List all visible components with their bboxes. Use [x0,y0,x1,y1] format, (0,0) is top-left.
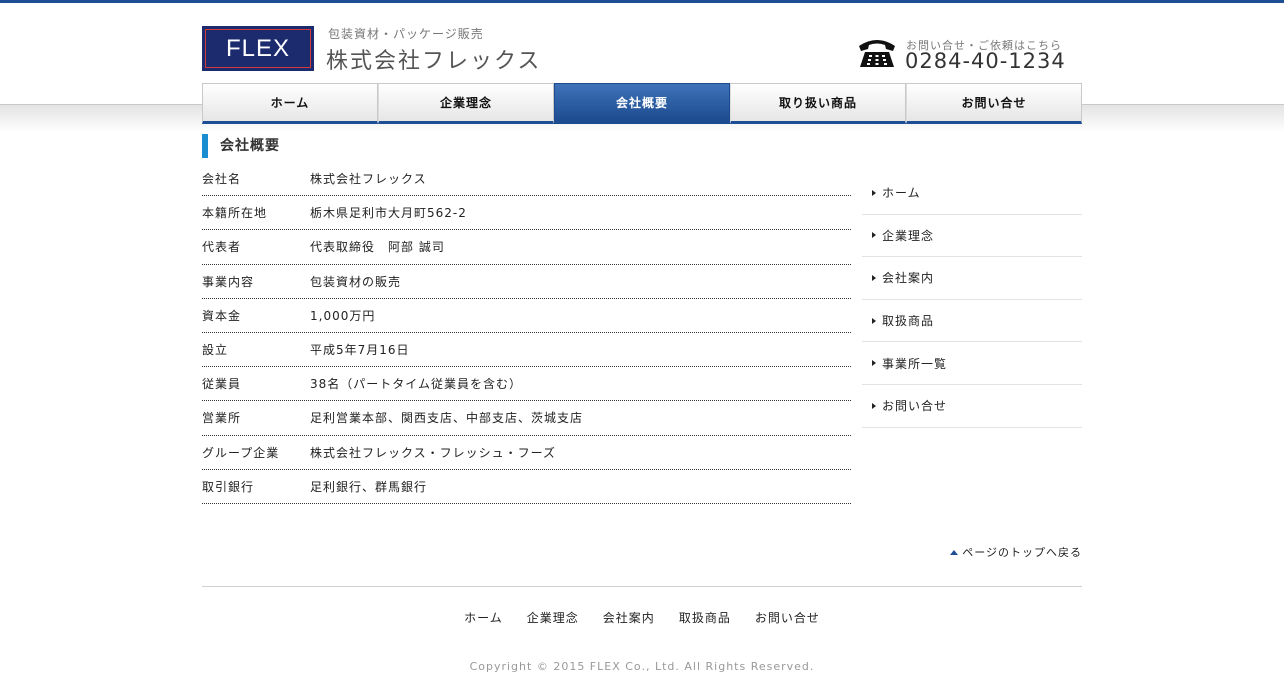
sidebar-item-company-guide[interactable]: 会社案内 [862,257,1082,300]
table-row: グループ企業 株式会社フレックス・フレッシュ・フーズ [202,436,851,470]
row-value: 足利銀行、群馬銀行 [310,479,428,494]
arrow-right-icon [872,402,876,409]
row-label: 従業員 [202,377,242,392]
sidebar-item-products[interactable]: 取扱商品 [862,300,1082,343]
footer-link-company-guide[interactable]: 会社案内 [603,609,655,626]
nav-item-home[interactable]: ホーム [202,83,378,124]
footer-nav: ホーム 企業理念 会社案内 取扱商品 お問い合せ [202,609,1082,626]
company-info-table: 会社名 株式会社フレックス 本籍所在地 栃木県足利市大月町562-2 代表者 代… [202,162,851,504]
table-row: 事業内容 包装資材の販売 [202,265,851,299]
nav-item-products[interactable]: 取り扱い商品 [730,83,906,124]
footer-divider [202,586,1082,587]
logo-text: FLEX [205,29,311,68]
row-label: 会社名 [202,172,242,187]
sidebar-item-label: お問い合せ [882,399,948,414]
row-label: 取引銀行 [202,479,255,494]
arrow-right-icon [872,274,876,281]
table-row: 代表者 代表取締役 阿部 誠司 [202,230,851,265]
row-value: 株式会社フレックス [310,172,427,187]
row-label: 事業内容 [202,274,255,289]
copyright: Copyright © 2015 FLEX Co., Ltd. All Righ… [469,660,815,673]
sidebar-item-label: 取扱商品 [882,314,935,329]
row-label: 設立 [202,343,229,358]
footer-link-philosophy[interactable]: 企業理念 [527,609,579,626]
flex-logo[interactable]: FLEX [202,26,314,71]
footer-link-contact[interactable]: お問い合せ [755,609,820,626]
footer-link-products[interactable]: 取扱商品 [679,609,731,626]
arrow-right-icon [872,232,876,239]
telephone-icon [859,40,895,67]
sidebar-item-home[interactable]: ホーム [862,172,1082,215]
sidebar-item-label: ホーム [882,186,921,201]
back-to-top-label: ページのトップへ戻る [962,546,1082,559]
table-row: 資本金 1,000万円 [202,299,851,333]
row-value: 足利営業本部、関西支店、中部支店、茨城支店 [310,411,584,426]
row-value: 株式会社フレックス・フレッシュ・フーズ [310,445,557,460]
row-label: 本籍所在地 [202,206,268,221]
sidebar-item-philosophy[interactable]: 企業理念 [862,215,1082,258]
table-row: 本籍所在地 栃木県足利市大月町562-2 [202,196,851,231]
row-value: 包装資材の販売 [310,274,402,289]
arrow-right-icon [872,317,876,324]
table-row: 取引銀行 足利銀行、群馬銀行 [202,470,851,504]
row-label: 代表者 [202,240,242,255]
row-label: 営業所 [202,411,242,426]
top-accent-line [0,0,1284,3]
row-value: 1,000万円 [310,308,376,323]
table-row: 従業員 38名（パートタイム従業員を含む） [202,367,851,402]
phone-number[interactable]: 0284-40-1234 [905,49,1066,73]
sidebar-item-offices[interactable]: 事業所一覧 [862,342,1082,385]
row-value: 代表取締役 阿部 誠司 [310,240,445,255]
global-nav: ホーム 企業理念 会社概要 取り扱い商品 お問い合せ [202,83,1082,124]
table-row: 設立 平成5年7月16日 [202,333,851,368]
arrow-right-icon [872,360,876,367]
table-row: 会社名 株式会社フレックス [202,162,851,197]
nav-item-contact[interactable]: お問い合せ [906,83,1082,124]
sidebar-item-contact[interactable]: お問い合せ [862,385,1082,428]
sidebar-item-label: 企業理念 [882,228,935,243]
arrow-right-icon [872,189,876,196]
table-row: 営業所 足利営業本部、関西支店、中部支店、茨城支店 [202,401,851,436]
row-label: グループ企業 [202,445,280,460]
tagline: 包装資材・パッケージ販売 [328,27,484,41]
page-title: 会社概要 [202,134,280,158]
row-value: 栃木県足利市大月町562-2 [310,206,467,221]
row-value: 平成5年7月16日 [310,343,410,358]
back-to-top-link[interactable]: ページのトップへ戻る [950,544,1082,560]
sidebar-item-label: 会社案内 [882,271,935,286]
nav-item-philosophy[interactable]: 企業理念 [378,83,554,124]
sidebar-item-label: 事業所一覧 [882,356,948,371]
sidebar-nav: ホーム 企業理念 会社案内 取扱商品 事業所一覧 お問い合せ [862,172,1082,428]
row-value: 38名（パートタイム従業員を含む） [310,377,523,392]
row-label: 資本金 [202,308,242,323]
nav-item-company-overview[interactable]: 会社概要 [554,83,730,124]
footer-link-home[interactable]: ホーム [464,609,503,626]
company-name: 株式会社フレックス [326,49,542,74]
arrow-up-icon [950,549,959,555]
